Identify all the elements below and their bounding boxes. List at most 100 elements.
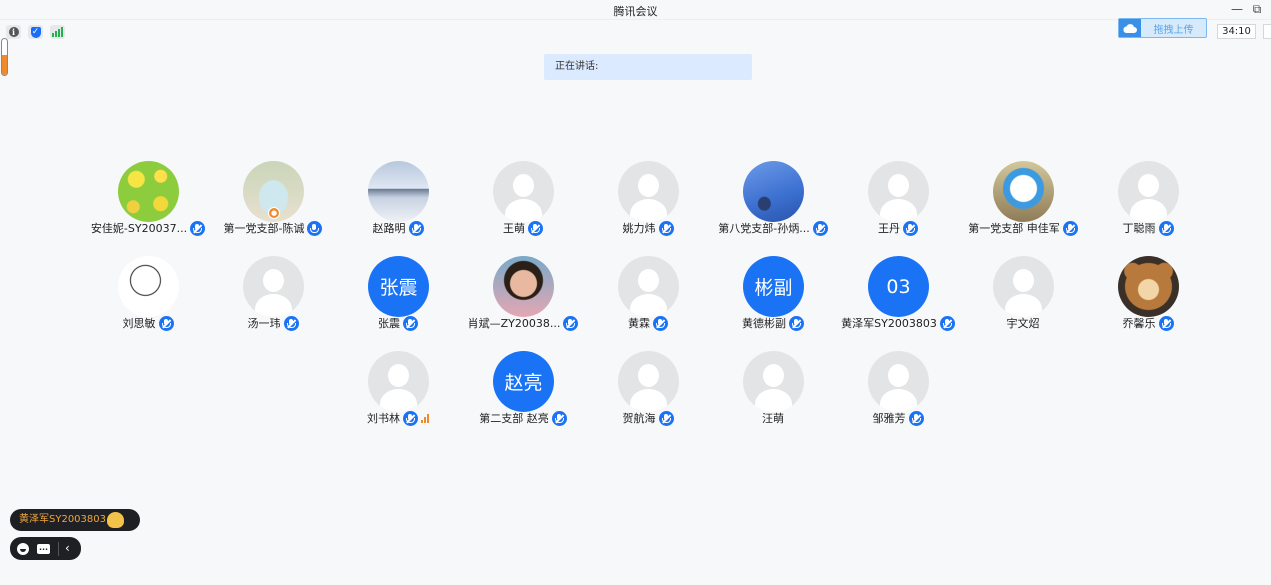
mic-volume-meter xyxy=(1,38,8,76)
participant-tile[interactable]: 刘书林 xyxy=(338,351,458,431)
mic-muted-icon xyxy=(528,220,543,236)
mic-volume-fill xyxy=(2,55,7,75)
mic-muted-icon xyxy=(403,410,418,426)
participant-name-row: 第一党支部-陈诚 xyxy=(201,220,345,236)
participant-tile[interactable]: 宇文炤 xyxy=(963,256,1083,336)
participant-name: 赵路明 xyxy=(372,222,406,235)
participant-tile[interactable]: 王丹 xyxy=(838,161,958,241)
reaction-bar: ... ‹ xyxy=(10,537,81,560)
participant-tile[interactable]: 赵路明 xyxy=(338,161,458,241)
participant-name: 安佳妮-SY20037... xyxy=(90,222,188,235)
avatar xyxy=(868,161,929,222)
emoji-icon[interactable] xyxy=(17,542,29,555)
avatar: 赵亮 xyxy=(493,351,554,412)
participant-name: 第一党支部-陈诚 xyxy=(223,222,305,235)
shield-icon[interactable]: ✓ xyxy=(28,25,43,39)
participant-tile[interactable]: 肖斌—ZY20038... xyxy=(463,256,583,336)
participant-name: 汪萌 xyxy=(762,412,784,425)
participant-tile[interactable]: 姚力炜 xyxy=(588,161,708,241)
participant-name: 乔馨乐 xyxy=(1122,317,1156,330)
participant-name: 丁聪雨 xyxy=(1122,222,1156,235)
participant-tile[interactable]: 邹雅芳 xyxy=(838,351,958,431)
minimize-icon[interactable]: — xyxy=(1229,2,1245,18)
avatar: 张震 xyxy=(368,256,429,317)
participant-tile[interactable]: 第八党支部-孙炳... xyxy=(713,161,833,241)
participant-name-row: 王丹 xyxy=(826,220,970,236)
participant-name-row: 汤一玮 xyxy=(201,315,345,331)
avatar xyxy=(743,351,804,412)
participant-tile[interactable]: 刘思敏 xyxy=(88,256,208,336)
host-icon: ● xyxy=(268,207,280,219)
participant-name: 刘书林 xyxy=(367,412,400,425)
meeting-timer: 34:10 xyxy=(1217,24,1256,39)
mic-muted-icon xyxy=(158,315,174,331)
avatar xyxy=(368,161,429,222)
info-icon[interactable]: i xyxy=(6,25,21,39)
participant-tile[interactable]: 乔馨乐 xyxy=(1088,256,1208,336)
mic-muted-icon xyxy=(1158,220,1174,236)
participant-name-row: 黄泽军SY2003803 xyxy=(826,315,970,331)
participant-name-row: 贺航海 xyxy=(576,410,720,426)
speaking-indicator: 正在讲话: xyxy=(544,54,752,80)
participant-name-row: 第八党支部-孙炳... xyxy=(701,220,845,236)
participant-name: 肖斌—ZY20038... xyxy=(467,317,561,330)
participant-name-row: 刘思敏 xyxy=(76,315,220,331)
participant-tile[interactable]: 彬副 黄德彬副 xyxy=(713,256,833,336)
participant-tile[interactable]: ● 第一党支部-陈诚 xyxy=(213,161,333,241)
weak-signal-icon xyxy=(421,413,429,423)
participant-name-row: 宇文炤 xyxy=(951,315,1095,331)
network-signal-icon[interactable] xyxy=(50,25,65,39)
participant-name-row: 姚力炜 xyxy=(576,220,720,236)
mic-muted-icon xyxy=(283,315,299,331)
avatar xyxy=(743,161,804,222)
mic-muted-icon xyxy=(789,315,804,331)
window-title: 腾讯会议 xyxy=(613,5,658,18)
participant-name: 黄霖 xyxy=(628,317,650,330)
avatar xyxy=(243,256,304,317)
chat-bubble-icon[interactable]: ... xyxy=(37,543,50,554)
participant-tile[interactable]: 张震 张震 xyxy=(338,256,458,336)
participant-name: 王丹 xyxy=(878,222,900,235)
participant-tile[interactable]: 03 黄泽军SY2003803 xyxy=(838,256,958,336)
cloud-icon xyxy=(1119,19,1141,37)
restore-window-icon[interactable]: ⧉ xyxy=(1249,2,1265,18)
participant-tile[interactable]: 汪萌 xyxy=(713,351,833,431)
participant-tile[interactable]: 汤一玮 xyxy=(213,256,333,336)
participant-name: 张震 xyxy=(378,317,400,330)
participant-name-row: 邹雅芳 xyxy=(826,410,970,426)
participant-name: 黄德彬副 xyxy=(742,317,786,330)
participant-tile[interactable]: 安佳妮-SY20037... xyxy=(88,161,208,241)
participant-name: 第一党支部 申佳军 xyxy=(968,222,1060,235)
avatar: 彬副 xyxy=(743,256,804,317)
upload-button[interactable]: 拖拽上传 xyxy=(1118,18,1207,38)
avatar xyxy=(993,256,1054,317)
mic-muted-icon xyxy=(1158,315,1174,331)
participant-tile[interactable]: 贺航海 xyxy=(588,351,708,431)
participant-name: 宇文炤 xyxy=(1006,317,1040,330)
fullscreen-icon[interactable] xyxy=(1263,24,1271,39)
reaction-sender: 黄泽军SY2003803 xyxy=(19,514,106,525)
participant-tile[interactable]: 黄霖 xyxy=(588,256,708,336)
mic-muted-icon xyxy=(551,410,567,426)
title-bar: 腾讯会议 — ⧉ xyxy=(0,0,1271,20)
participant-name: 贺航海 xyxy=(622,412,656,425)
participant-name-row: 黄霖 xyxy=(576,315,720,331)
participant-tile[interactable]: 王萌 xyxy=(463,161,583,241)
participant-name: 汤一玮 xyxy=(247,317,281,330)
participant-tile[interactable]: 赵亮 第二支部 赵亮 xyxy=(463,351,583,431)
mic-muted-icon xyxy=(658,220,674,236)
participant-tile[interactable]: 第一党支部 申佳军 xyxy=(963,161,1083,241)
participant-name-row: 第一党支部 申佳军 xyxy=(951,220,1095,236)
participant-tile[interactable]: 丁聪雨 xyxy=(1088,161,1208,241)
reaction-toast: 黄泽军SY2003803 xyxy=(10,509,140,531)
participant-name-row: 刘书林 xyxy=(326,410,470,426)
chevron-left-icon[interactable]: ‹ xyxy=(58,541,70,556)
participant-name-row: 肖斌—ZY20038... xyxy=(451,315,595,331)
avatar xyxy=(1118,256,1179,317)
participant-name-row: 丁聪雨 xyxy=(1076,220,1220,236)
participant-name: 邹雅芳 xyxy=(872,412,906,425)
avatar xyxy=(868,351,929,412)
participant-name: 王萌 xyxy=(503,222,525,235)
mic-muted-icon xyxy=(403,315,418,331)
avatar xyxy=(618,161,679,222)
